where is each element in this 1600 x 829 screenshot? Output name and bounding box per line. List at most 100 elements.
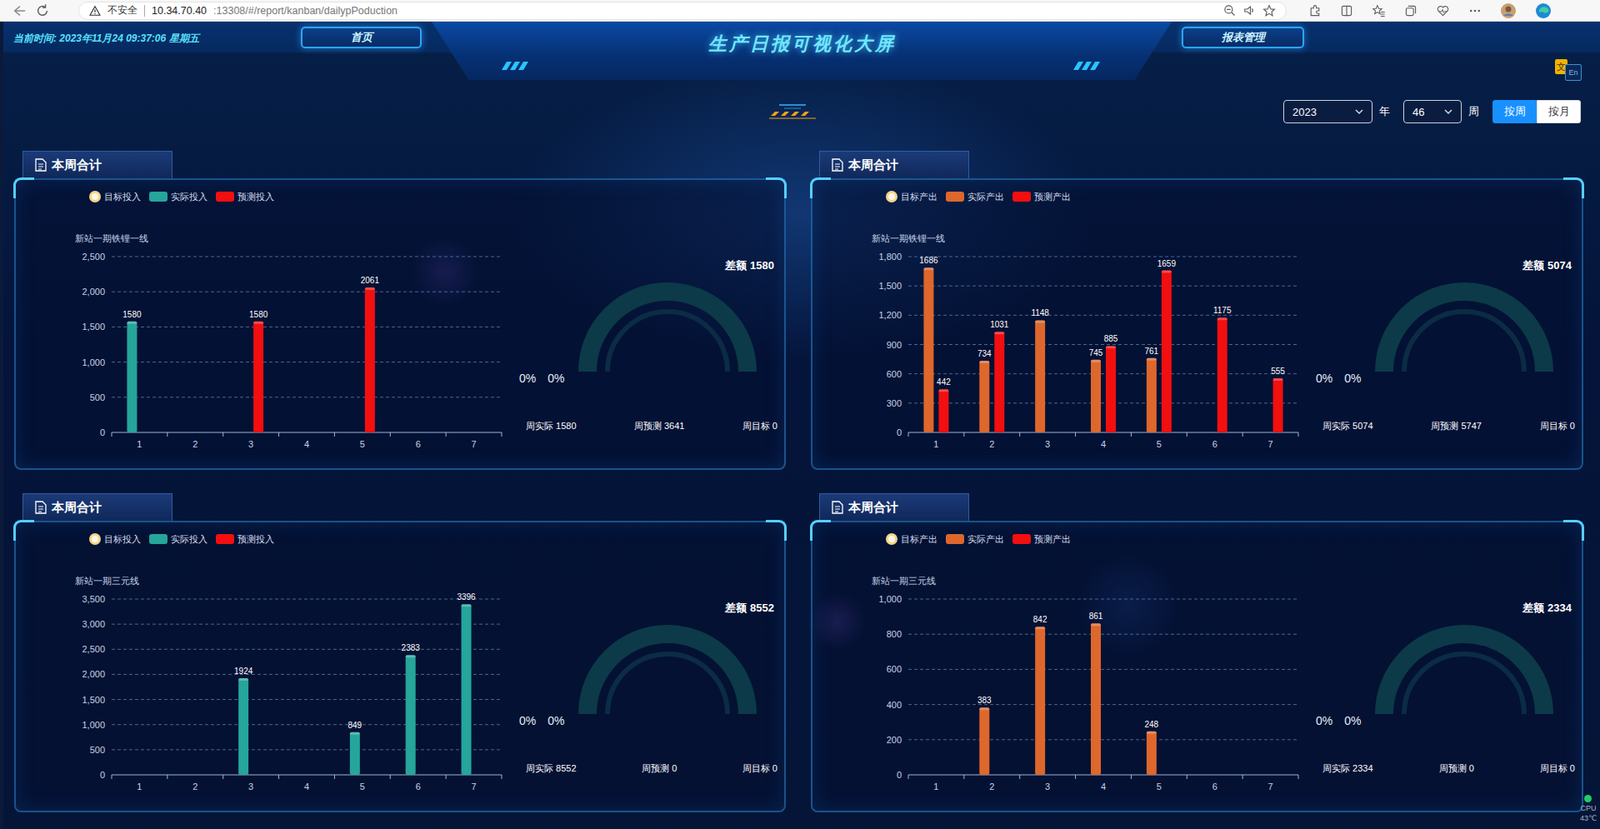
bar[interactable] [126, 775, 137, 776]
bar[interactable] [1258, 432, 1269, 434]
bar[interactable] [461, 432, 472, 434]
favorites-list-icon[interactable] [1371, 4, 1386, 18]
bar[interactable] [1146, 731, 1157, 775]
zoom-out-icon[interactable] [1223, 4, 1236, 17]
legend-item[interactable]: 目标投入 [89, 533, 141, 546]
bar[interactable] [294, 432, 305, 434]
bar[interactable] [253, 321, 264, 433]
bar[interactable] [197, 432, 208, 434]
bar[interactable] [238, 678, 249, 775]
bar[interactable] [1105, 775, 1116, 776]
bar[interactable] [1146, 358, 1157, 433]
language-toggle[interactable]: 文En [1555, 59, 1582, 81]
weekly-stat: 周目标 0 [742, 762, 778, 775]
split-screen-icon[interactable] [1340, 4, 1354, 18]
bar[interactable] [1090, 623, 1101, 775]
bar[interactable] [1050, 432, 1060, 434]
bar[interactable] [197, 775, 208, 776]
week-value: 46 [1412, 105, 1425, 119]
bar[interactable] [405, 655, 416, 775]
week-select[interactable]: 46 [1403, 100, 1462, 124]
bar-value-label: 1148 [1030, 308, 1050, 318]
bar[interactable] [1035, 626, 1045, 775]
bar[interactable] [1161, 270, 1172, 433]
profile-avatar-icon[interactable] [1500, 2, 1517, 20]
bar[interactable] [1035, 320, 1045, 433]
extensions-puzzle-icon[interactable] [1308, 4, 1322, 18]
bar[interactable] [141, 432, 152, 434]
legend-item[interactable]: 预测产出 [1012, 533, 1071, 546]
mode-button[interactable]: 按周 [1492, 100, 1537, 124]
panel-title: 本周合计 [51, 157, 102, 174]
home-button[interactable]: 首页 [300, 26, 422, 49]
bar[interactable] [938, 775, 949, 776]
legend-item[interactable]: 预测投入 [215, 533, 275, 546]
legend-item[interactable]: 实际产出 [945, 533, 1005, 546]
x-tick-label: 2 [989, 439, 995, 450]
address-bar[interactable]: 不安全10.34.70.40:13308/#/report/kanban/dai… [78, 1, 1287, 20]
legend-item[interactable]: 目标产出 [885, 533, 938, 546]
mode-button[interactable]: 按月 [1536, 100, 1581, 124]
bar[interactable] [923, 267, 934, 433]
bar[interactable] [294, 775, 305, 776]
bar[interactable] [476, 432, 487, 434]
bar[interactable] [141, 775, 152, 776]
bar[interactable] [1050, 775, 1060, 776]
bar[interactable] [309, 775, 320, 776]
bar[interactable] [1161, 775, 1172, 776]
legend-item[interactable]: 实际投入 [149, 190, 208, 204]
bar[interactable] [1273, 775, 1284, 776]
bar[interactable] [979, 707, 990, 775]
bar[interactable] [405, 432, 416, 434]
read-aloud-icon[interactable] [1242, 4, 1256, 17]
gauge-inner-ring [1404, 311, 1525, 372]
bar[interactable] [182, 432, 193, 434]
x-tick-mark [1242, 432, 1244, 437]
refresh-icon[interactable] [35, 3, 50, 19]
legend-item[interactable]: 目标投入 [89, 190, 141, 204]
legend-item[interactable]: 目标产出 [885, 190, 938, 204]
bar[interactable] [253, 775, 264, 776]
x-tick-label: 1 [136, 439, 142, 450]
bar-value-label: 885 [1104, 334, 1119, 344]
bar[interactable] [994, 331, 1005, 433]
legend-item[interactable]: 预测产出 [1012, 190, 1071, 204]
back-arrow-icon[interactable] [11, 3, 27, 19]
bar[interactable] [420, 432, 431, 434]
legend-item[interactable]: 实际投入 [149, 533, 208, 546]
grid-line [908, 669, 1299, 670]
bar[interactable] [350, 732, 360, 775]
bar[interactable] [350, 432, 360, 434]
bar[interactable] [420, 775, 431, 776]
bar[interactable] [1202, 775, 1213, 776]
bar[interactable] [938, 389, 949, 433]
collections-icon[interactable] [1404, 4, 1418, 18]
performance-heart-icon[interactable] [1435, 4, 1450, 18]
bar[interactable] [979, 360, 990, 433]
bar[interactable] [309, 432, 320, 434]
bar[interactable] [1202, 432, 1213, 434]
bar[interactable] [476, 775, 487, 776]
legend-item[interactable]: 实际产出 [945, 190, 1005, 204]
report-management-button[interactable]: 报表管理 [1181, 26, 1305, 49]
bar[interactable] [994, 775, 1005, 776]
legend-item[interactable]: 预测投入 [215, 190, 275, 204]
bar[interactable] [1217, 317, 1228, 433]
edge-logo-icon[interactable] [1535, 2, 1552, 20]
bar[interactable] [126, 321, 137, 433]
bar[interactable] [365, 775, 375, 776]
year-select[interactable]: 2023 [1283, 100, 1373, 124]
bar[interactable] [461, 604, 472, 775]
bar[interactable] [365, 287, 375, 433]
bar[interactable] [1105, 345, 1116, 433]
bar[interactable] [923, 775, 934, 776]
bar[interactable] [1090, 360, 1101, 433]
dashboard-header: 当前时间: 2023年11月24 09:37:06 星期五首页生产日报可视化大屏… [3, 21, 1600, 100]
favorite-star-icon[interactable] [1262, 4, 1276, 18]
bar[interactable] [1273, 378, 1284, 433]
bar[interactable] [1258, 775, 1269, 776]
bar[interactable] [238, 432, 249, 434]
bar[interactable] [1217, 775, 1228, 776]
bar[interactable] [182, 775, 193, 776]
more-dots-icon[interactable] [1468, 4, 1482, 18]
